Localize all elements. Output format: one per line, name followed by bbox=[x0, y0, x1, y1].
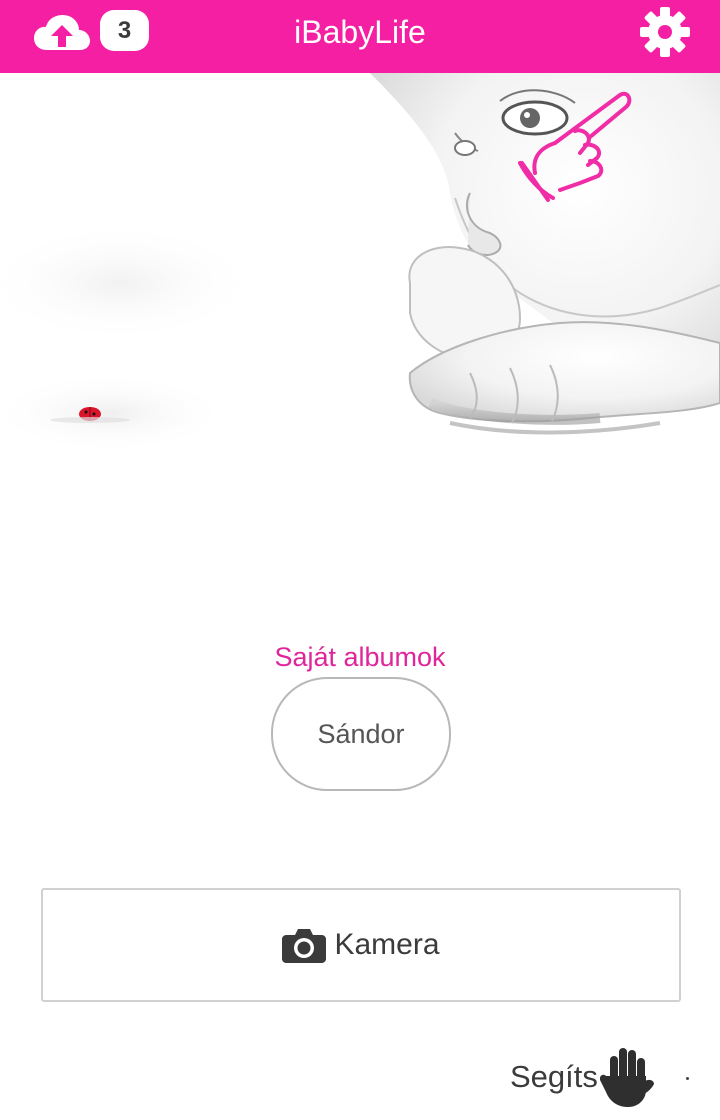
help-decoration-dot bbox=[686, 1077, 689, 1080]
top-bar: 3 iBabyLife bbox=[0, 0, 720, 73]
album-button[interactable]: Sándor bbox=[271, 677, 451, 791]
baby-sketch-image bbox=[0, 73, 720, 453]
settings-button[interactable] bbox=[638, 5, 692, 59]
camera-icon bbox=[282, 929, 327, 963]
hero-image bbox=[0, 73, 720, 513]
help-button[interactable]: Segíts bbox=[510, 1042, 656, 1112]
gear-icon bbox=[640, 7, 690, 57]
help-button-label: Segíts bbox=[510, 1059, 598, 1094]
camera-button[interactable]: Kamera bbox=[41, 888, 681, 1002]
upload-button[interactable] bbox=[30, 10, 94, 56]
upload-count-badge[interactable]: 3 bbox=[100, 10, 149, 51]
camera-button-label: Kamera bbox=[334, 928, 440, 961]
app-screen: 3 iBabyLife Saját albumok Sándor Kamera … bbox=[0, 0, 720, 1120]
hand-icon bbox=[599, 1048, 654, 1107]
albums-section-title: Saját albumok bbox=[274, 642, 446, 672]
cloud-upload-icon bbox=[34, 15, 90, 50]
app-title: iBabyLife bbox=[294, 14, 426, 50]
